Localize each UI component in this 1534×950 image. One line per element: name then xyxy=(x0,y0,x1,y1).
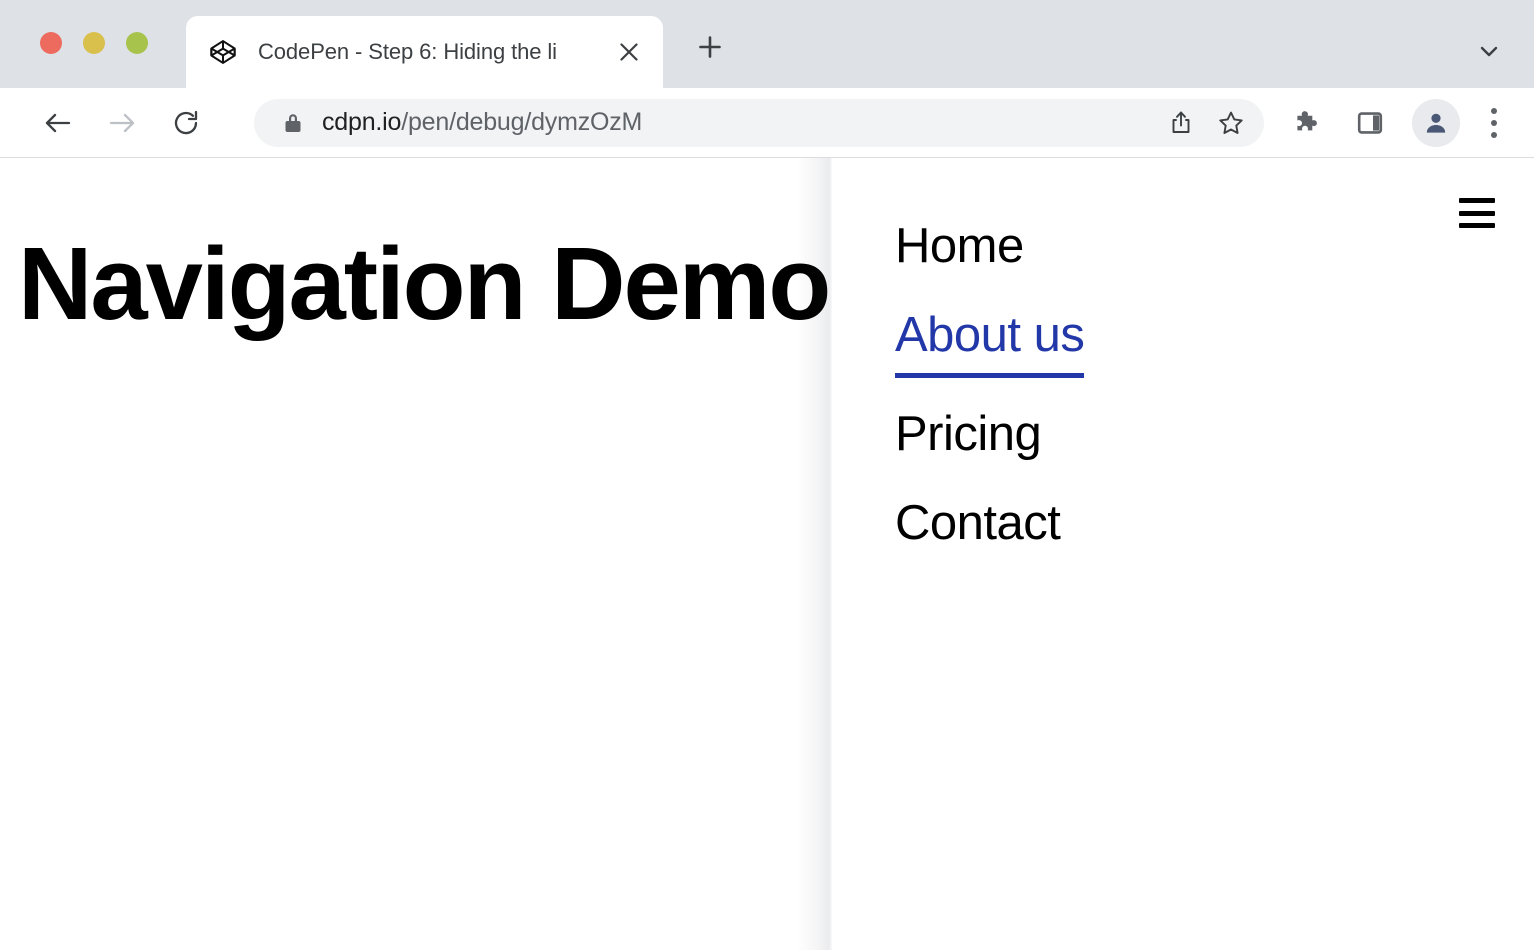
nav-link-contact[interactable]: Contact xyxy=(895,492,1060,556)
back-arrow-icon[interactable] xyxy=(34,99,82,147)
hamburger-bar xyxy=(1459,211,1495,216)
window-controls xyxy=(40,32,148,54)
tab-title: CodePen - Step 6: Hiding the li xyxy=(258,39,607,65)
page-viewport: Navigation Demo Home About us Pricing xyxy=(0,158,1534,950)
nav-link-about-us[interactable]: About us xyxy=(895,304,1084,379)
chevron-down-icon[interactable] xyxy=(1466,28,1512,74)
nav-menu: Home About us Pricing Contact xyxy=(895,215,1084,556)
tab-strip: CodePen - Step 6: Hiding the li xyxy=(0,0,1534,88)
share-icon[interactable] xyxy=(1158,100,1204,146)
puzzle-icon[interactable] xyxy=(1284,99,1332,147)
page-main-area: Navigation Demo xyxy=(0,158,832,950)
codepen-icon xyxy=(208,37,238,67)
nav-item-about-us[interactable]: About us xyxy=(895,304,1084,379)
new-tab-button[interactable] xyxy=(683,20,737,74)
nav-item-home[interactable]: Home xyxy=(895,215,1084,279)
split-panel-icon[interactable] xyxy=(1346,99,1394,147)
star-icon[interactable] xyxy=(1208,100,1254,146)
forward-arrow-icon xyxy=(98,99,146,147)
reload-icon[interactable] xyxy=(162,99,210,147)
nav-item-pricing[interactable]: Pricing xyxy=(895,403,1084,467)
kebab-dots xyxy=(1491,108,1497,138)
minimize-window-button[interactable] xyxy=(83,32,105,54)
address-bar-text: cdpn.io/pen/debug/dymzOzM xyxy=(322,108,1154,137)
nav-item-contact[interactable]: Contact xyxy=(895,492,1084,556)
maximize-window-button[interactable] xyxy=(126,32,148,54)
avatar[interactable] xyxy=(1412,99,1460,147)
kebab-dot xyxy=(1491,108,1497,114)
browser-window: CodePen - Step 6: Hiding the li xyxy=(0,0,1534,950)
url-host: cdpn.io xyxy=(322,108,401,136)
hamburger-bar xyxy=(1459,223,1495,228)
lock-icon xyxy=(276,112,310,134)
close-window-button[interactable] xyxy=(40,32,62,54)
page-title: Navigation Demo xyxy=(18,228,829,339)
browser-toolbar: cdpn.io/pen/debug/dymzOzM xyxy=(0,88,1534,158)
three-dot-menu-icon[interactable] xyxy=(1472,99,1516,147)
hamburger-icon[interactable] xyxy=(1459,198,1495,228)
kebab-dot xyxy=(1491,132,1497,138)
browser-tab[interactable]: CodePen - Step 6: Hiding the li xyxy=(186,16,663,88)
navigation-panel: Home About us Pricing Contact xyxy=(832,158,1534,950)
hamburger-bar xyxy=(1459,198,1495,203)
address-bar[interactable]: cdpn.io/pen/debug/dymzOzM xyxy=(254,99,1264,147)
close-tab-button[interactable] xyxy=(607,30,651,74)
nav-link-home[interactable]: Home xyxy=(895,215,1024,279)
url-path: /pen/debug/dymzOzM xyxy=(401,108,642,136)
kebab-dot xyxy=(1491,120,1497,126)
nav-link-pricing[interactable]: Pricing xyxy=(895,403,1041,467)
